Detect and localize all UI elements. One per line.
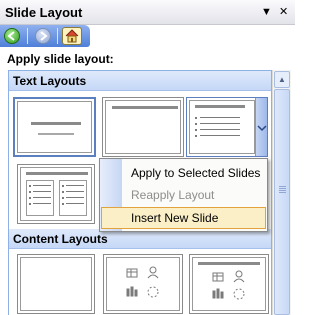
content-placeholder-icon [126, 266, 159, 298]
pane-options-dropdown-icon[interactable]: ▼ [261, 6, 272, 18]
text-layouts-header: Text Layouts [9, 71, 271, 91]
chevron-down-icon [257, 125, 267, 132]
task-pane-title: Slide Layout [5, 5, 83, 20]
right-column-placeholder [59, 180, 87, 216]
content-layouts-header: Content Layouts [9, 229, 271, 249]
task-pane-title-bar: Slide Layout ▼ ✕ [0, 0, 295, 25]
left-column-placeholder [26, 180, 54, 216]
layout-context-menu: Apply to Selected Slides Reapply Layout … [99, 158, 268, 232]
close-icon[interactable]: ✕ [279, 6, 288, 18]
menu-item-insert-new-slide[interactable]: Insert New Slide [101, 207, 266, 229]
back-icon[interactable] [4, 28, 20, 44]
apply-slide-layout-label: Apply slide layout: [7, 52, 114, 66]
title-placeholder-bar [195, 105, 245, 108]
title-placeholder-bar [31, 122, 81, 125]
layout-dropdown-button[interactable] [255, 98, 267, 156]
bullet-lines-icon [29, 185, 51, 205]
menu-item-apply-to-selected-slides[interactable]: Apply to Selected Slides [101, 162, 266, 184]
toolbar-separator [27, 28, 28, 44]
layout-blank[interactable] [17, 254, 95, 314]
subtitle-placeholder-bar [38, 133, 74, 135]
title-placeholder-bar [198, 262, 260, 265]
layout-title-slide[interactable] [13, 97, 96, 157]
forward-icon[interactable] [35, 28, 51, 44]
layout-title-and-text[interactable] [186, 97, 268, 157]
title-placeholder-bar [26, 172, 88, 175]
layout-content[interactable] [103, 254, 183, 314]
content-placeholder-icon [212, 270, 245, 300]
vertical-scrollbar[interactable]: ▲ [272, 70, 291, 315]
scroll-up-icon[interactable]: ▲ [274, 71, 290, 88]
home-icon[interactable] [62, 27, 82, 45]
toolbar-separator [57, 28, 58, 44]
layout-title-only[interactable] [102, 97, 184, 157]
scrollbar-thumb[interactable] [274, 89, 290, 315]
bullet-lines-icon [62, 185, 84, 205]
title-placeholder-bar [112, 106, 178, 109]
menu-item-reapply-layout[interactable]: Reapply Layout [101, 184, 266, 206]
layout-title-and-content[interactable] [189, 254, 269, 314]
layout-title-and-two-column-text[interactable] [17, 164, 95, 224]
bullet-lines-icon [195, 117, 240, 137]
task-pane-toolbar [0, 25, 90, 47]
